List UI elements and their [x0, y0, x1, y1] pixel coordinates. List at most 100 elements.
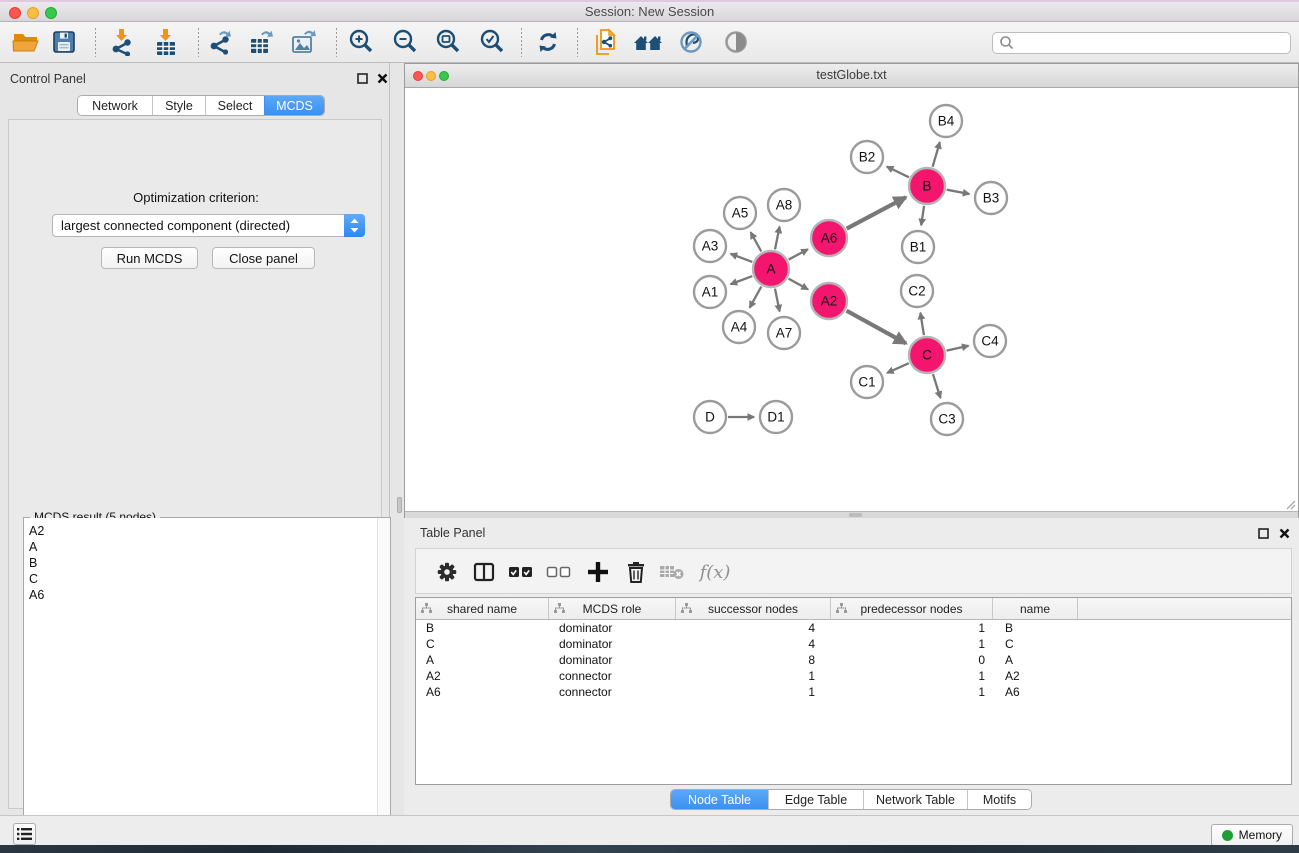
- mcds-result-item[interactable]: A2: [29, 523, 378, 539]
- node-D1[interactable]: D1: [760, 401, 792, 433]
- close-network-button[interactable]: [413, 71, 423, 81]
- minimize-network-button[interactable]: [426, 71, 436, 81]
- zoom-selected-button[interactable]: [474, 24, 510, 60]
- column-header-predecessor-nodes[interactable]: predecessor nodes: [831, 598, 993, 619]
- search-field[interactable]: [992, 32, 1291, 54]
- table-row[interactable]: Cdominator41C: [416, 636, 1291, 652]
- node-A1[interactable]: A1: [694, 276, 726, 308]
- hide-labels-button[interactable]: [673, 24, 709, 60]
- node-A2[interactable]: A2: [811, 283, 847, 319]
- edge-C-C3[interactable]: [933, 374, 940, 398]
- zoom-in-button[interactable]: [343, 24, 379, 60]
- tab-network-table[interactable]: Network Table: [863, 790, 967, 809]
- edge-A2-C[interactable]: [847, 311, 906, 344]
- zoom-network-button[interactable]: [439, 71, 449, 81]
- tab-style[interactable]: Style: [152, 96, 205, 115]
- mcds-result-item[interactable]: B: [29, 555, 378, 571]
- close-panel-icon[interactable]: [1279, 528, 1290, 539]
- float-panel-icon[interactable]: [1258, 528, 1269, 539]
- edge-A-A2[interactable]: [789, 279, 808, 290]
- show-panels-button[interactable]: [13, 823, 36, 845]
- clone-network-button[interactable]: [588, 24, 624, 60]
- node-C3[interactable]: C3: [931, 403, 963, 435]
- mcds-result-item[interactable]: A: [29, 539, 378, 555]
- edge-B-B4[interactable]: [933, 142, 940, 167]
- mcds-result-list[interactable]: A2ABCA6: [24, 518, 378, 853]
- tab-edge-table[interactable]: Edge Table: [768, 790, 863, 809]
- delete-columns-button[interactable]: [621, 557, 651, 587]
- home-layout-button[interactable]: [630, 24, 666, 60]
- edge-A-A4[interactable]: [750, 287, 762, 308]
- tab-select[interactable]: Select: [205, 96, 264, 115]
- node-A6[interactable]: A6: [811, 220, 847, 256]
- export-table-button[interactable]: [243, 24, 279, 60]
- tab-node-table[interactable]: Node Table: [671, 790, 768, 809]
- node-B4[interactable]: B4: [930, 105, 962, 137]
- open-session-button[interactable]: [8, 24, 44, 60]
- splitter-thumb[interactable]: [849, 513, 862, 517]
- column-header-name[interactable]: name: [993, 598, 1078, 619]
- tab-mcds[interactable]: MCDS: [264, 96, 324, 115]
- edge-A-A3[interactable]: [731, 254, 753, 262]
- column-header-shared-name[interactable]: shared name: [416, 598, 549, 619]
- export-network-button[interactable]: [202, 24, 238, 60]
- tab-motifs[interactable]: Motifs: [967, 790, 1031, 809]
- edge-A6-B[interactable]: [847, 197, 906, 228]
- optimization-criterion-select[interactable]: largest connected component (directed): [52, 214, 365, 237]
- node-A3[interactable]: A3: [694, 230, 726, 262]
- add-column-button[interactable]: [583, 557, 613, 587]
- node-B[interactable]: B: [909, 168, 945, 204]
- mcds-list-scrollbar[interactable]: [377, 518, 390, 853]
- export-image-button[interactable]: [285, 24, 321, 60]
- node-A5[interactable]: A5: [724, 197, 756, 229]
- table-row[interactable]: A2connector11A2: [416, 668, 1291, 684]
- refresh-view-button[interactable]: [530, 24, 566, 60]
- close-window-button[interactable]: [9, 7, 21, 19]
- run-mcds-button[interactable]: Run MCDS: [101, 247, 198, 269]
- float-panel-icon[interactable]: [357, 73, 368, 84]
- node-B2[interactable]: B2: [851, 141, 883, 173]
- network-window-titlebar[interactable]: testGlobe.txt: [405, 64, 1298, 88]
- deselect-all-rows-button[interactable]: [544, 557, 574, 587]
- node-D[interactable]: D: [694, 401, 726, 433]
- table-row[interactable]: Adominator80A: [416, 652, 1291, 668]
- node-C1[interactable]: C1: [851, 366, 883, 398]
- edge-C-C1[interactable]: [887, 363, 909, 373]
- search-input[interactable]: [1015, 34, 1290, 52]
- zoom-out-button[interactable]: [387, 24, 423, 60]
- node-A[interactable]: A: [753, 251, 789, 287]
- edge-A-A1[interactable]: [731, 276, 753, 284]
- delete-table-button[interactable]: [657, 557, 687, 587]
- edge-A-A5[interactable]: [751, 232, 762, 251]
- show-columns-button[interactable]: [469, 557, 499, 587]
- memory-button[interactable]: Memory: [1211, 824, 1293, 846]
- import-table-button[interactable]: [148, 24, 184, 60]
- zoom-window-button[interactable]: [45, 7, 57, 19]
- edge-C-C4[interactable]: [947, 346, 969, 351]
- edge-A-A8[interactable]: [775, 227, 780, 250]
- column-header-MCDS-role[interactable]: MCDS role: [549, 598, 676, 619]
- node-A7[interactable]: A7: [768, 317, 800, 349]
- edge-A-A7[interactable]: [775, 289, 780, 312]
- node-A4[interactable]: A4: [723, 311, 755, 343]
- edge-C-C2[interactable]: [920, 313, 924, 336]
- node-C4[interactable]: C4: [974, 325, 1006, 357]
- node-B1[interactable]: B1: [902, 231, 934, 263]
- mcds-result-item[interactable]: C: [29, 571, 378, 587]
- apply-function-button[interactable]: f(x): [694, 557, 736, 587]
- close-panel-button[interactable]: Close panel: [212, 247, 315, 269]
- edge-B-B3[interactable]: [947, 190, 970, 194]
- tab-network[interactable]: Network: [78, 96, 152, 115]
- import-network-button[interactable]: [104, 24, 140, 60]
- network-canvas[interactable]: B4B2BB3A8A5A6A3B1AA1C2A2A4A7C4CC1C3DD1: [405, 88, 1298, 512]
- minimize-window-button[interactable]: [27, 7, 39, 19]
- node-B3[interactable]: B3: [975, 182, 1007, 214]
- edge-A-A6[interactable]: [789, 249, 808, 259]
- table-row[interactable]: A6connector11A6: [416, 684, 1291, 700]
- close-panel-icon[interactable]: [377, 73, 388, 84]
- edge-B-B2[interactable]: [887, 167, 909, 178]
- mcds-result-item[interactable]: A6: [29, 587, 378, 603]
- select-all-rows-button[interactable]: [506, 557, 536, 587]
- column-header-successor-nodes[interactable]: successor nodes: [676, 598, 831, 619]
- node-C2[interactable]: C2: [901, 275, 933, 307]
